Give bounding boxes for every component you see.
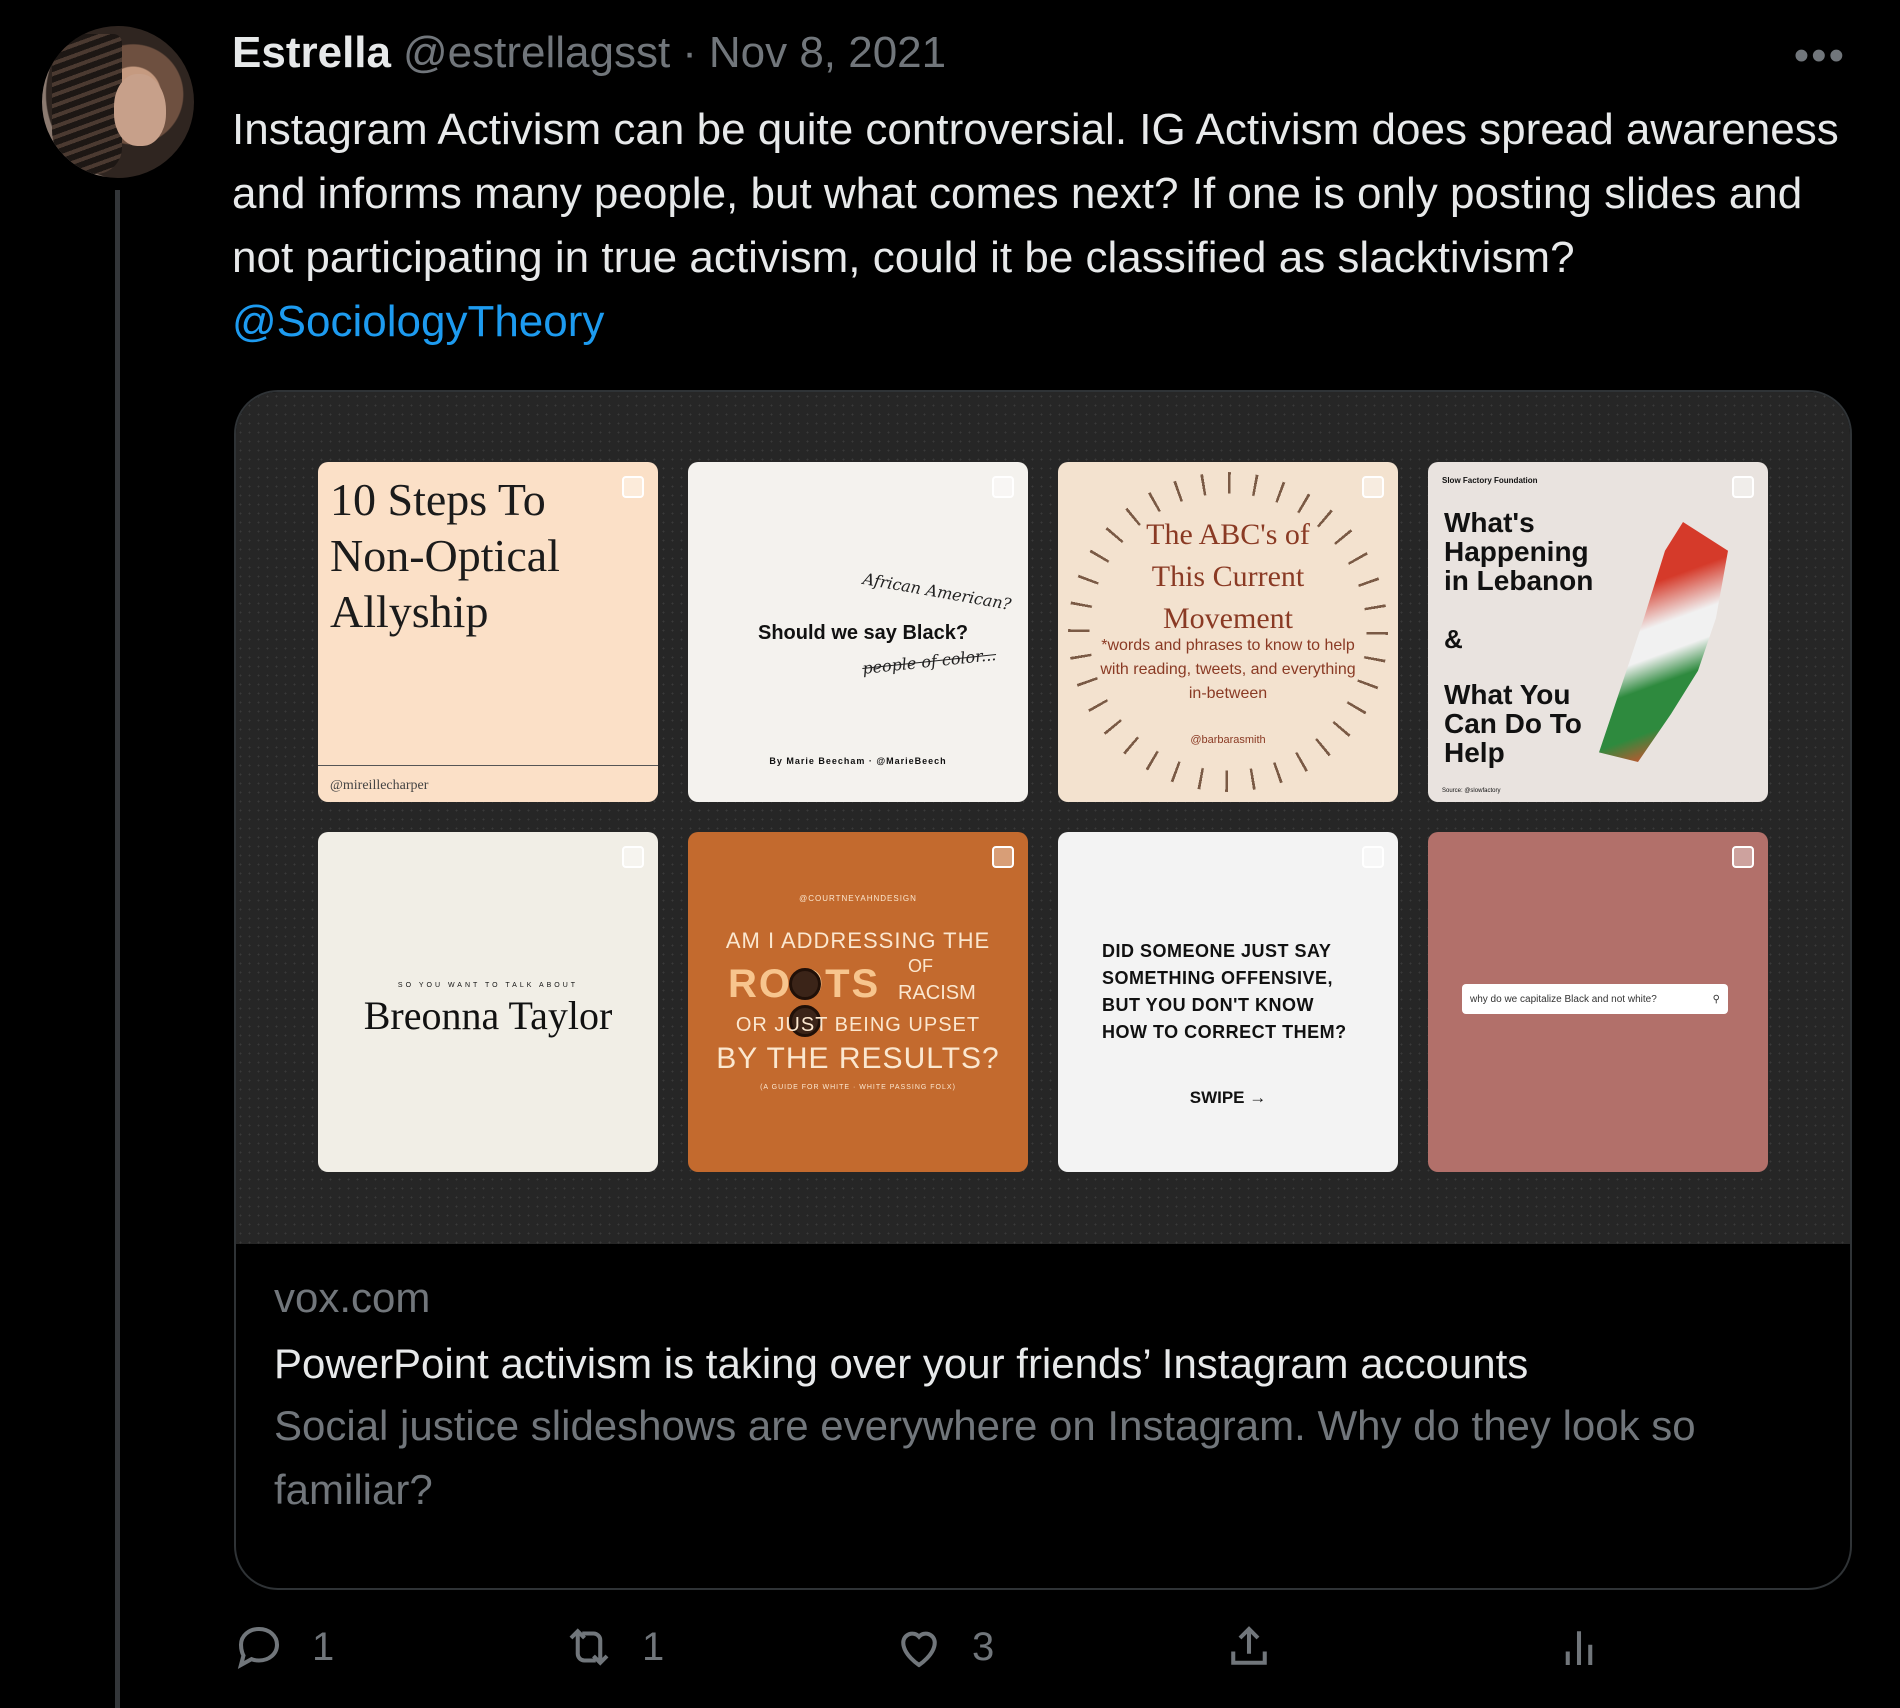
- multi-slide-icon: [622, 846, 644, 868]
- reply-count: 1: [312, 1624, 335, 1669]
- tile-credit: @mireillecharper: [330, 778, 429, 793]
- slide-tile-abcs: The ABC's of This Current Movement *word…: [1058, 462, 1398, 802]
- card-meta: vox.com PowerPoint activism is taking ov…: [274, 1268, 1814, 1522]
- slide-tile-capitalize: why do we capitalize Black and not white…: [1428, 832, 1768, 1172]
- multi-slide-icon: [1732, 476, 1754, 498]
- tile-footnote: (A GUIDE FOR WHITE · WHITE PASSING FOLX): [760, 1084, 956, 1091]
- tile-line: RACISM: [898, 982, 976, 1004]
- tweet-date[interactable]: Nov 8, 2021: [709, 28, 946, 78]
- share-button[interactable]: [1222, 1620, 1276, 1674]
- reply-button[interactable]: 1: [232, 1620, 334, 1674]
- tile-line: BY THE RESULTS?: [716, 1042, 1000, 1075]
- search-query: why do we capitalize Black and not white…: [1470, 993, 1657, 1005]
- tile-org-logo: Slow Factory Foundation: [1442, 476, 1538, 485]
- analytics-icon: [1565, 1631, 1593, 1665]
- action-bar: 1 1 3: [232, 1620, 1632, 1700]
- tile-title: Should we say Black?: [758, 622, 969, 644]
- retweet-button[interactable]: 1: [562, 1620, 664, 1674]
- slide-tile-should-we-say: African American? Should we say Black? p…: [688, 462, 1028, 802]
- search-icon: ⚲: [1712, 993, 1720, 1005]
- divider: [318, 765, 658, 766]
- tile-title: DID SOMEONE JUST SAY SOMETHING OFFENSIVE…: [1102, 941, 1347, 1042]
- tile-title-line: The ABC's of: [1146, 518, 1310, 551]
- tile-title-line: This Current: [1151, 560, 1305, 593]
- retweet-count: 1: [642, 1624, 665, 1669]
- retweet-icon: [569, 1628, 609, 1666]
- tweet: Estrella @estrellagsst · Nov 8, 2021 •••…: [0, 0, 1900, 1708]
- share-icon: [1231, 1626, 1267, 1665]
- tile-kicker: SO YOU WANT TO TALK ABOUT: [397, 982, 579, 989]
- like-button[interactable]: 3: [892, 1620, 994, 1674]
- tile-ampersand: &: [1444, 624, 1463, 654]
- heart-icon: [901, 1631, 937, 1668]
- multi-slide-icon: [1732, 846, 1754, 868]
- lebanon-map-icon: [1599, 522, 1728, 762]
- tile-credit: @barbarasmith: [1190, 734, 1266, 746]
- slide-tile-breonna: SO YOU WANT TO TALK ABOUT Breonna Taylor: [318, 832, 658, 1172]
- tile-title: 10 Steps To Non-Optical Allyship: [330, 474, 560, 637]
- handwritten-note: people of color...: [861, 645, 998, 678]
- tile-line: AM I ADDRESSING THE: [725, 928, 991, 953]
- tile-line: OR JUST BEING UPSET: [735, 1014, 981, 1036]
- like-count: 3: [972, 1624, 995, 1669]
- tile-source: Source: @slowfactory: [1442, 788, 1501, 794]
- multi-slide-icon: [992, 476, 1014, 498]
- tile-line: OF: [908, 956, 933, 976]
- multi-slide-icon: [1362, 476, 1384, 498]
- slide-tile-allyship: 10 Steps To Non-Optical Allyship @mireil…: [318, 462, 658, 802]
- card-domain: vox.com: [274, 1274, 431, 1321]
- tweet-header: Estrella @estrellagsst · Nov 8, 2021: [232, 28, 946, 88]
- tweet-body: Instagram Activism can be quite controve…: [232, 105, 1839, 282]
- card-image[interactable]: 10 Steps To Non-Optical Allyship @mireil…: [236, 392, 1850, 1244]
- slide-tile-roots: @COURTNEYAHNDESIGN AM I ADDRESSING THE R…: [688, 832, 1028, 1172]
- avatar[interactable]: [42, 26, 194, 178]
- tile-title: The ABC's of This Current Movement: [1058, 514, 1398, 640]
- author-name[interactable]: Estrella: [232, 28, 391, 78]
- multi-slide-icon: [1362, 846, 1384, 868]
- analytics-button[interactable]: [1552, 1620, 1606, 1674]
- mention-link[interactable]: @SociologyTheory: [232, 297, 604, 346]
- tile-credit: By Marie Beecham · @MarieBeech: [769, 756, 947, 766]
- header-separator: ·: [682, 28, 697, 77]
- tweet-text: Instagram Activism can be quite controve…: [232, 98, 1852, 354]
- multi-slide-icon: [622, 476, 644, 498]
- avatar-face: [114, 74, 166, 146]
- search-bar: why do we capitalize Black and not white…: [1462, 984, 1728, 1014]
- thread-line: [115, 190, 120, 1708]
- card-description: Social justice slideshows are everywhere…: [274, 1402, 1696, 1513]
- tile-credit: @COURTNEYAHNDESIGN: [799, 894, 917, 903]
- tile-title: Breonna Taylor: [363, 993, 613, 1038]
- slide-tile-offensive: DID SOMEONE JUST SAY SOMETHING OFFENSIVE…: [1058, 832, 1398, 1172]
- multi-slide-icon: [992, 846, 1014, 868]
- tile-subtitle: *words and phrases to know to help with …: [1100, 637, 1356, 702]
- avatar-hair: [52, 34, 122, 174]
- tile-title: What's Happening in Lebanon: [1444, 507, 1594, 596]
- card-headline[interactable]: PowerPoint activism is taking over your …: [274, 1334, 1814, 1394]
- faces-illustration-icon: [776, 968, 836, 1037]
- author-handle[interactable]: @estrellagsst: [403, 28, 670, 78]
- swipe-prompt: SWIPE →: [1189, 1088, 1267, 1107]
- link-card[interactable]: 10 Steps To Non-Optical Allyship @mireil…: [234, 390, 1852, 1590]
- handwritten-note: African American?: [861, 569, 1013, 614]
- slide-tile-lebanon: Slow Factory Foundation What's Happening…: [1428, 462, 1768, 802]
- more-options-icon[interactable]: •••: [1794, 34, 1846, 78]
- tile-title-secondary: What You Can Do To Help: [1444, 679, 1582, 768]
- reply-icon: [237, 1626, 280, 1670]
